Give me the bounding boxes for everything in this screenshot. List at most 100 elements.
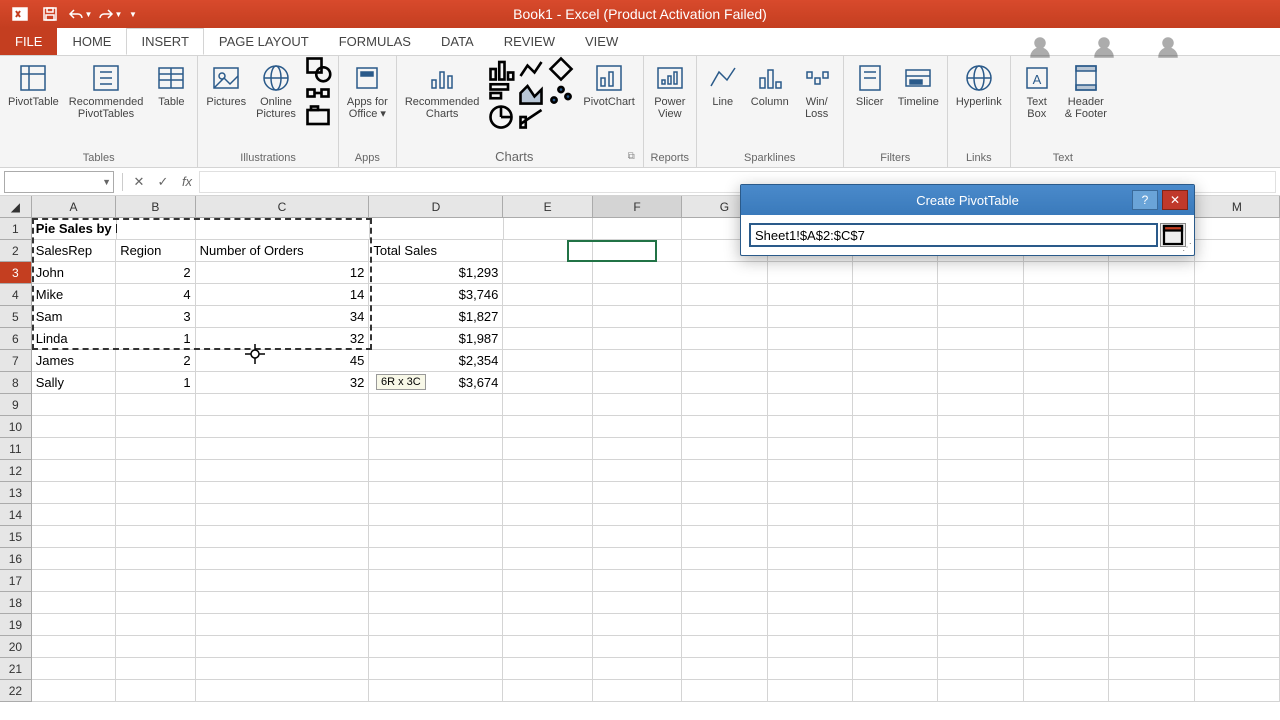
cell-M3[interactable]	[1195, 262, 1280, 284]
cell-B20[interactable]	[116, 636, 195, 658]
cell-B14[interactable]	[116, 504, 195, 526]
cell-C17[interactable]	[196, 570, 370, 592]
row-header-3[interactable]: 3	[0, 262, 32, 284]
cell-I10[interactable]	[853, 416, 938, 438]
row-header-4[interactable]: 4	[0, 284, 32, 306]
cell-F12[interactable]	[593, 460, 682, 482]
cell-A4[interactable]: Mike	[32, 284, 116, 306]
cell-I12[interactable]	[853, 460, 938, 482]
cell-E10[interactable]	[503, 416, 592, 438]
cell-B4[interactable]: 4	[116, 284, 195, 306]
cell-A12[interactable]	[32, 460, 116, 482]
cell-D11[interactable]	[369, 438, 503, 460]
cell-L7[interactable]	[1109, 350, 1194, 372]
bar-chart-button[interactable]	[487, 82, 515, 104]
hyperlink-button[interactable]: Hyperlink	[954, 58, 1004, 112]
cell-J18[interactable]	[938, 592, 1023, 614]
cell-B17[interactable]	[116, 570, 195, 592]
cell-D6[interactable]: $1,987	[369, 328, 503, 350]
row-header-16[interactable]: 16	[0, 548, 32, 570]
cell-M17[interactable]	[1195, 570, 1280, 592]
recommended-pivottables-button[interactable]: Recommended PivotTables	[67, 58, 146, 124]
cell-D12[interactable]	[369, 460, 503, 482]
cell-F22[interactable]	[593, 680, 682, 702]
cell-B12[interactable]	[116, 460, 195, 482]
cell-M19[interactable]	[1195, 614, 1280, 636]
cell-E6[interactable]	[503, 328, 592, 350]
cell-G22[interactable]	[682, 680, 767, 702]
sparkline-winloss-button[interactable]: Win/ Loss	[797, 58, 837, 124]
qat-customize-icon[interactable]: ▼	[126, 3, 140, 25]
pie-chart-button[interactable]	[487, 106, 515, 128]
col-header-D[interactable]: D	[369, 196, 503, 218]
tab-page-layout[interactable]: PAGE LAYOUT	[204, 28, 324, 55]
cell-K13[interactable]	[1024, 482, 1109, 504]
cell-K10[interactable]	[1024, 416, 1109, 438]
cell-A7[interactable]: James	[32, 350, 116, 372]
cell-H5[interactable]	[768, 306, 853, 328]
cell-I22[interactable]	[853, 680, 938, 702]
cell-J5[interactable]	[938, 306, 1023, 328]
cell-I16[interactable]	[853, 548, 938, 570]
cell-D17[interactable]	[369, 570, 503, 592]
cell-E14[interactable]	[503, 504, 592, 526]
undo-icon[interactable]: ▼	[66, 3, 94, 25]
cell-F17[interactable]	[593, 570, 682, 592]
cell-C12[interactable]	[196, 460, 370, 482]
tab-file[interactable]: FILE	[0, 28, 57, 55]
cell-C16[interactable]	[196, 548, 370, 570]
sparkline-column-button[interactable]: Column	[749, 58, 791, 112]
cell-A17[interactable]	[32, 570, 116, 592]
cell-D5[interactable]: $1,827	[369, 306, 503, 328]
slicer-button[interactable]: Slicer	[850, 58, 890, 112]
cell-J10[interactable]	[938, 416, 1023, 438]
cell-D19[interactable]	[369, 614, 503, 636]
cell-C9[interactable]	[196, 394, 370, 416]
cell-C13[interactable]	[196, 482, 370, 504]
cell-G7[interactable]	[682, 350, 767, 372]
cell-C21[interactable]	[196, 658, 370, 680]
cell-I14[interactable]	[853, 504, 938, 526]
enter-formula-button[interactable]: ✓	[151, 171, 175, 193]
cell-C5[interactable]: 34	[196, 306, 370, 328]
cell-G11[interactable]	[682, 438, 767, 460]
timeline-button[interactable]: Timeline	[896, 58, 941, 112]
row-header-5[interactable]: 5	[0, 306, 32, 328]
cell-A2[interactable]: SalesRep	[32, 240, 116, 262]
cell-H8[interactable]	[768, 372, 853, 394]
row-header-21[interactable]: 21	[0, 658, 32, 680]
cell-E13[interactable]	[503, 482, 592, 504]
cell-I13[interactable]	[853, 482, 938, 504]
cell-L4[interactable]	[1109, 284, 1194, 306]
cell-A14[interactable]	[32, 504, 116, 526]
cell-F19[interactable]	[593, 614, 682, 636]
charts-dialog-launcher[interactable]: ⧉	[626, 151, 637, 162]
cell-I3[interactable]	[853, 262, 938, 284]
create-pivottable-dialog[interactable]: Create PivotTable ? ✕ ⋰	[740, 184, 1195, 256]
cell-E21[interactable]	[503, 658, 592, 680]
dialog-title-bar[interactable]: Create PivotTable ? ✕	[741, 185, 1194, 215]
cell-G19[interactable]	[682, 614, 767, 636]
cell-D21[interactable]	[369, 658, 503, 680]
cell-E18[interactable]	[503, 592, 592, 614]
cell-H19[interactable]	[768, 614, 853, 636]
row-header-7[interactable]: 7	[0, 350, 32, 372]
cell-K14[interactable]	[1024, 504, 1109, 526]
cell-B13[interactable]	[116, 482, 195, 504]
cell-I17[interactable]	[853, 570, 938, 592]
cell-G5[interactable]	[682, 306, 767, 328]
cell-M22[interactable]	[1195, 680, 1280, 702]
cell-F7[interactable]	[593, 350, 682, 372]
cell-D10[interactable]	[369, 416, 503, 438]
cell-A22[interactable]	[32, 680, 116, 702]
cell-K17[interactable]	[1024, 570, 1109, 592]
col-header-A[interactable]: A	[32, 196, 116, 218]
shapes-button[interactable]	[304, 58, 332, 80]
cell-B19[interactable]	[116, 614, 195, 636]
cell-E5[interactable]	[503, 306, 592, 328]
cell-H16[interactable]	[768, 548, 853, 570]
tab-home[interactable]: HOME	[57, 28, 126, 55]
cell-E1[interactable]	[504, 218, 593, 240]
cell-E2[interactable]	[503, 240, 592, 262]
cell-F4[interactable]	[593, 284, 682, 306]
